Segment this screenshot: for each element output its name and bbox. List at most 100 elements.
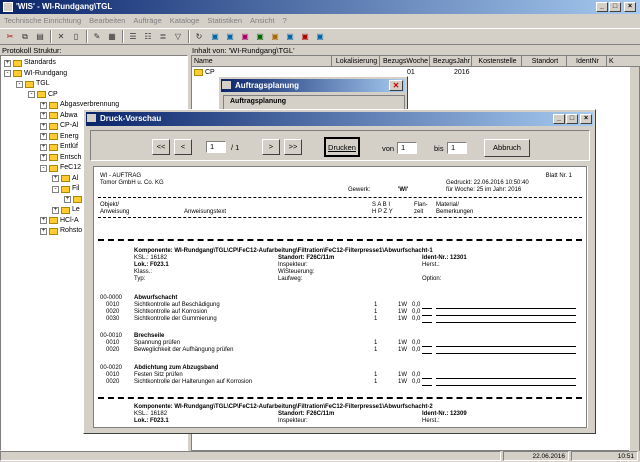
collapse-icon[interactable]: -	[4, 70, 11, 77]
orders-icon[interactable]: ▣	[298, 30, 312, 43]
minimize-button[interactable]: _	[596, 2, 608, 12]
status-bar: 22.06.2016 10:51	[0, 451, 640, 461]
collapse-icon[interactable]: -	[52, 185, 59, 193]
collapse-icon[interactable]: -	[40, 164, 47, 172]
tree-item[interactable]: + Entsch	[40, 153, 81, 163]
menu-help[interactable]: ?	[283, 14, 287, 27]
report-icon[interactable]: ▣	[238, 30, 252, 43]
list-row-cp[interactable]: CP	[194, 69, 215, 76]
tree-item[interactable]: - CP	[28, 90, 58, 100]
calendar-icon[interactable]: ▣	[268, 30, 282, 43]
tree-item[interactable]: - TGL	[16, 79, 50, 89]
tree-item[interactable]: + CP-Al	[40, 121, 78, 131]
doc-divider	[98, 197, 582, 198]
preview-maximize-button[interactable]: □	[566, 114, 578, 124]
tree-item[interactable]: + Al	[52, 174, 78, 184]
next-page-button[interactable]: >	[262, 139, 280, 155]
column-header-k[interactable]: K	[607, 56, 640, 67]
toolbar-separator	[50, 30, 52, 43]
menu-kataloge[interactable]: Kataloge	[170, 14, 200, 27]
task-text: Sichtkontrolle auf Korrosion	[134, 309, 208, 315]
expand-icon[interactable]: +	[4, 59, 11, 67]
page-number-input[interactable]: 1	[206, 141, 226, 153]
entry-line	[422, 322, 432, 323]
planning-icon[interactable]: ▣	[283, 30, 297, 43]
tree-item[interactable]: + Abwa	[40, 111, 78, 121]
task-time: 0,0	[412, 316, 421, 322]
column-header-bezugswoche[interactable]: BezugsWoche	[380, 56, 430, 67]
tree-item[interactable]: +	[64, 195, 84, 205]
tree-item[interactable]: - Fil	[52, 184, 79, 194]
menu-statistiken[interactable]: Statistiken	[207, 14, 242, 27]
preview-scrollbar[interactable]	[587, 166, 594, 428]
delete-icon[interactable]: ✕	[54, 30, 68, 43]
list-view-icon[interactable]: ☷	[141, 30, 155, 43]
prev-page-button[interactable]: <	[174, 139, 192, 155]
paste-icon[interactable]: ▤	[33, 30, 47, 43]
tree-item-label: TGL	[36, 80, 50, 87]
first-page-button[interactable]: <<	[152, 139, 170, 155]
tree-item[interactable]: + Entlüf	[40, 142, 78, 152]
menu-auftraege[interactable]: Aufträge	[133, 14, 161, 27]
folder-icon	[37, 91, 46, 98]
expand-icon[interactable]: +	[40, 122, 47, 130]
cancel-button[interactable]: Abbruch	[484, 139, 530, 157]
column-header-bezugsjahr[interactable]: BezugsJahr	[430, 56, 472, 67]
tree-item[interactable]: + Rohsto	[40, 226, 82, 236]
last-page-button[interactable]: >>	[284, 139, 302, 155]
expand-icon[interactable]: +	[40, 227, 47, 235]
preview-minimize-button[interactable]: _	[553, 114, 565, 124]
preview-close-button[interactable]: ×	[580, 114, 592, 124]
menu-ansicht[interactable]: Ansicht	[250, 14, 275, 27]
filter-icon[interactable]: ▽	[171, 30, 185, 43]
comp1-standort: Standort: F26C/11m	[278, 255, 335, 261]
copy-icon[interactable]: ⧉	[18, 30, 32, 43]
task-time: 0,0	[412, 347, 421, 353]
to-page-input[interactable]: 1	[447, 142, 467, 154]
expand-icon[interactable]: +	[64, 196, 71, 203]
expand-icon[interactable]: +	[40, 112, 47, 119]
print-button[interactable]: Drucken	[324, 137, 360, 157]
column-header-lokalisierung[interactable]: Lokalisierung	[332, 56, 380, 67]
details-view-icon[interactable]: ≣	[156, 30, 170, 43]
properties-icon[interactable]: ▦	[105, 30, 119, 43]
task-count: 1	[374, 309, 378, 315]
menu-bearbeiten[interactable]: Bearbeiten	[89, 14, 125, 27]
import-icon[interactable]: ▣	[223, 30, 237, 43]
maximize-button[interactable]: □	[609, 2, 621, 12]
tree-item[interactable]: + Le	[52, 205, 80, 215]
close-button[interactable]: ×	[624, 2, 636, 12]
expand-icon[interactable]: +	[40, 101, 47, 109]
collapse-icon[interactable]: -	[28, 91, 35, 98]
tree-item[interactable]: + HCl-A	[40, 216, 79, 226]
tree-item-label: Entsch	[60, 153, 82, 161]
tree-item[interactable]: - FeC12	[40, 163, 81, 173]
from-page-input[interactable]: 1	[397, 142, 417, 154]
collapse-icon[interactable]: -	[16, 80, 23, 88]
expand-icon[interactable]: +	[40, 154, 47, 161]
tree-item[interactable]: + Energ	[40, 132, 79, 142]
tree-item[interactable]: - WI-Rundgang	[4, 69, 67, 79]
tree-view-icon[interactable]: ☰	[126, 30, 140, 43]
new-document-icon[interactable]: ▯	[69, 30, 83, 43]
export-icon[interactable]: ▣	[208, 30, 222, 43]
menu-technische-einrichtung[interactable]: Technische Einrichtung	[4, 14, 81, 27]
expand-icon[interactable]: +	[40, 217, 47, 224]
refresh-icon[interactable]: ↻	[192, 30, 206, 43]
tree-item[interactable]: + Standards	[4, 58, 56, 68]
column-header-identnr[interactable]: IdentNr	[567, 56, 607, 67]
column-header-standort[interactable]: Standort	[522, 56, 567, 67]
auftragsplanung-close-button[interactable]: ✕	[389, 80, 403, 91]
expand-icon[interactable]: +	[52, 175, 59, 182]
statistics-icon[interactable]: ▣	[253, 30, 267, 43]
expand-icon[interactable]: +	[40, 143, 47, 151]
cut-icon[interactable]: ✂	[3, 30, 17, 43]
doc-divider	[98, 217, 582, 218]
expand-icon[interactable]: +	[52, 206, 59, 214]
catalog-icon[interactable]: ▣	[313, 30, 327, 43]
expand-icon[interactable]: +	[40, 133, 47, 140]
edit-icon[interactable]: ✎	[90, 30, 104, 43]
column-header-kostenstelle[interactable]: Kostenstelle	[472, 56, 522, 67]
list-scrollbar[interactable]	[629, 67, 639, 451]
column-header-name[interactable]: Name	[192, 56, 332, 67]
